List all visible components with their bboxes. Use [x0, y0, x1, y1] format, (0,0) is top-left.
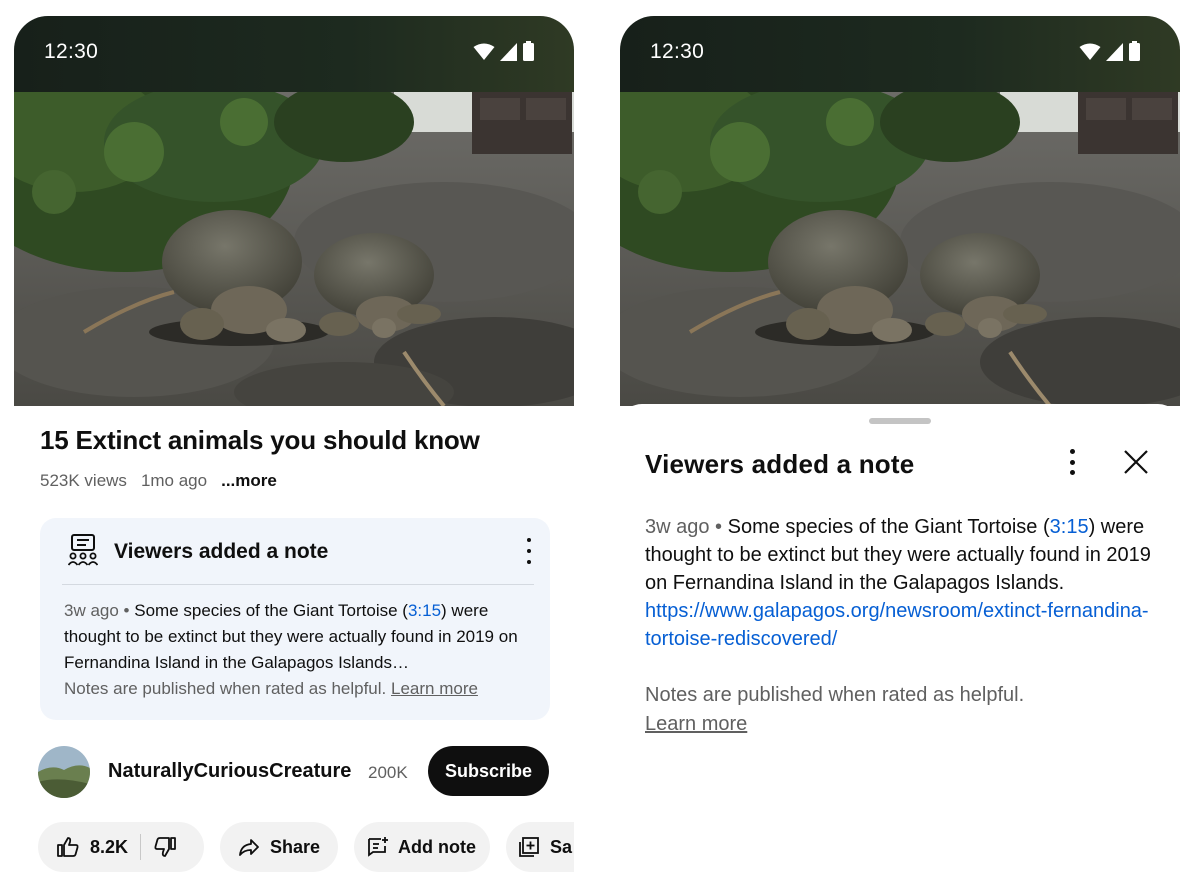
- add-note-icon: [368, 837, 388, 857]
- status-time: 12:30: [44, 40, 99, 63]
- sheet-drag-handle[interactable]: [869, 418, 931, 424]
- wifi-icon: [1079, 43, 1101, 60]
- subscriber-count: 200K: [368, 763, 408, 782]
- video-frame-tortoises: [14, 92, 574, 406]
- share-icon: [239, 839, 259, 856]
- dislike-icon[interactable]: [153, 835, 177, 859]
- channel-row: NaturallyCuriousCreature 200K Subscribe: [38, 746, 558, 798]
- video-player[interactable]: [620, 92, 1180, 406]
- like-icon[interactable]: [56, 835, 80, 859]
- save-button[interactable]: Sa: [506, 822, 574, 872]
- sheet-note-body: 3w ago • Some species of the Giant Torto…: [645, 513, 1165, 653]
- note-text-start: Some species of the Giant Tortoise (: [727, 516, 1050, 538]
- more-options-icon[interactable]: [524, 538, 534, 564]
- wifi-icon: [473, 43, 495, 60]
- close-icon[interactable]: [1122, 448, 1150, 476]
- battery-icon: [1129, 41, 1140, 61]
- phone-screen-note-sheet: 12:30 Viewers added a note 3w ago • Some…: [620, 16, 1180, 891]
- note-footer: Notes are published when rated as helpfu…: [64, 679, 478, 699]
- view-count: 523K views: [40, 471, 127, 490]
- note-divider: [62, 584, 534, 585]
- video-player[interactable]: [14, 92, 574, 406]
- share-label: Share: [270, 836, 321, 857]
- status-icons: [1079, 41, 1140, 61]
- share-button[interactable]: Share: [220, 822, 338, 872]
- status-time: 12:30: [650, 40, 705, 63]
- add-note-button[interactable]: Add note: [354, 822, 490, 872]
- sheet-footer: Notes are published when rated as helpfu…: [645, 681, 1105, 739]
- note-card-header: Viewers added a note: [40, 518, 550, 584]
- save-playlist-icon: [519, 837, 539, 857]
- channel-avatar[interactable]: [38, 746, 90, 798]
- video-meta[interactable]: 523K views 1mo ago ...more: [40, 471, 277, 491]
- like-count[interactable]: 8.2K: [90, 837, 128, 858]
- channel-name[interactable]: NaturallyCuriousCreature: [108, 760, 351, 783]
- upload-age: 1mo ago: [140, 471, 208, 490]
- learn-more-link[interactable]: Learn more: [645, 713, 747, 735]
- note-age: 3w ago: [645, 516, 710, 538]
- note-age: 3w ago: [64, 601, 119, 620]
- phone-screen-video-page: 12:30 15 Extinct animals you should know…: [14, 16, 574, 891]
- note-heading: Viewers added a note: [114, 540, 329, 563]
- status-bar: 12:30: [14, 16, 574, 92]
- signal-icon: [1106, 43, 1123, 61]
- add-note-label: Add note: [398, 836, 476, 857]
- note-timestamp-link[interactable]: 3:15: [408, 601, 441, 620]
- action-bar: 8.2K Share Add note Sa: [38, 822, 574, 872]
- note-body: 3w ago • Some species of the Giant Torto…: [64, 598, 534, 676]
- note-footer-text: Notes are published when rated as helpfu…: [64, 679, 387, 698]
- note-timestamp-link[interactable]: 3:15: [1050, 516, 1089, 538]
- more-link[interactable]: ...more: [221, 471, 277, 491]
- subscribe-button[interactable]: Subscribe: [428, 746, 549, 796]
- separator-dot: •: [118, 601, 135, 620]
- signal-icon: [500, 43, 517, 61]
- like-dislike-pill: 8.2K: [38, 822, 204, 872]
- source-url-link[interactable]: https://www.galapagos.org/newsroom/extin…: [645, 600, 1149, 650]
- video-frame-tortoises: [620, 92, 1180, 406]
- sheet-footer-text: Notes are published when rated as helpfu…: [645, 684, 1025, 706]
- note-text-start: Some species of the Giant Tortoise (: [134, 601, 408, 620]
- sheet-title: Viewers added a note: [645, 449, 915, 479]
- like-separator: [140, 834, 142, 860]
- learn-more-link[interactable]: Learn more: [391, 679, 478, 698]
- avatar-landscape-image: [38, 746, 90, 798]
- video-title[interactable]: 15 Extinct animals you should know: [40, 425, 480, 456]
- save-label: Sa: [550, 836, 573, 857]
- viewers-note-icon: [68, 534, 98, 566]
- battery-icon: [523, 41, 534, 61]
- separator-dot: •: [709, 516, 728, 538]
- viewer-note-card[interactable]: Viewers added a note 3w ago • Some speci…: [40, 518, 550, 720]
- status-bar: 12:30: [620, 16, 1180, 92]
- more-options-icon[interactable]: [1068, 449, 1076, 475]
- status-icons: [473, 41, 534, 61]
- note-bottom-sheet: Viewers added a note 3w ago • Some speci…: [620, 404, 1180, 891]
